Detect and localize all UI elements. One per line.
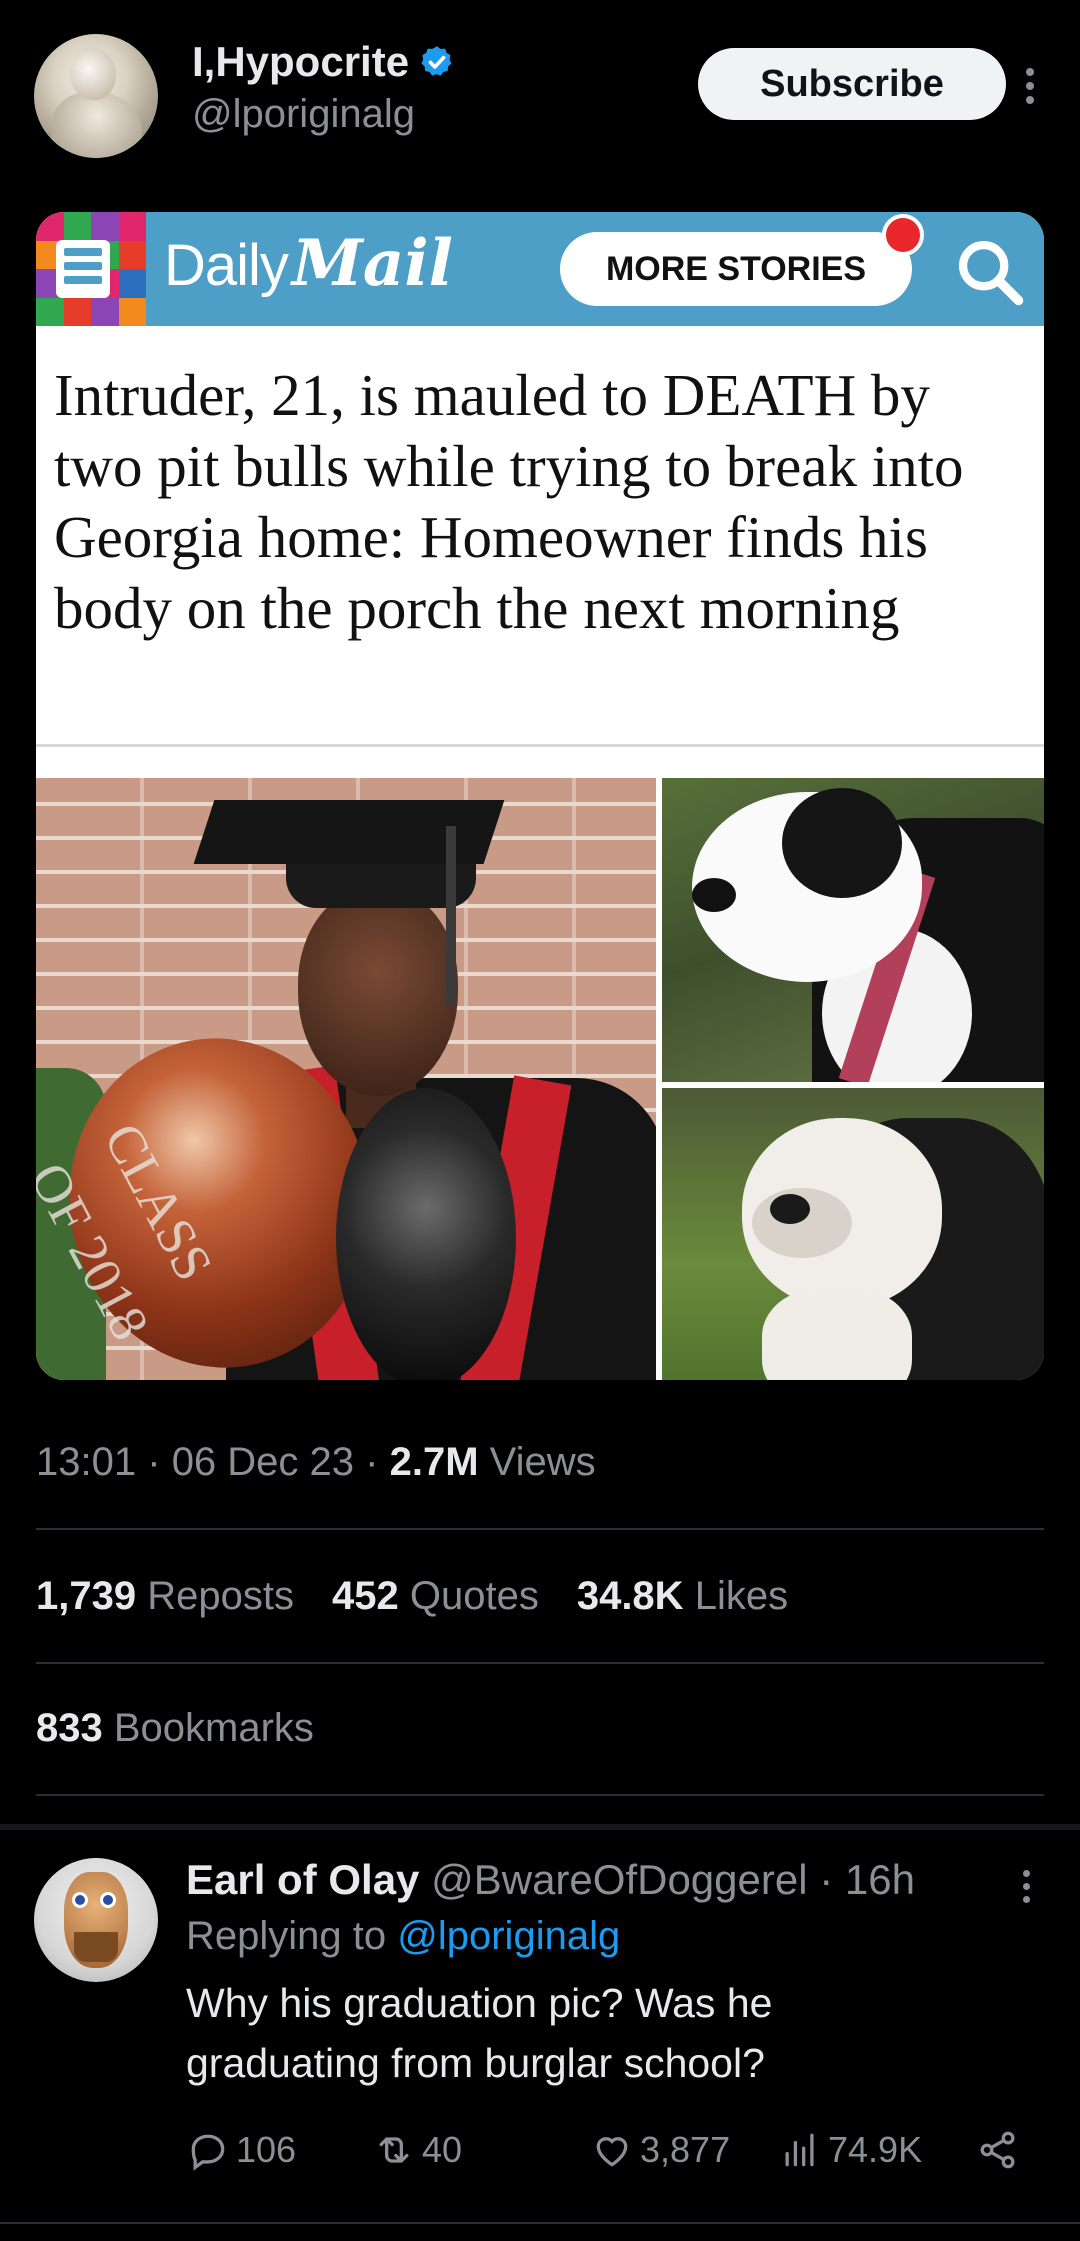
graduation-photo: CLASS OF 2018: [36, 778, 656, 1380]
reply-action-bar: 106 40 3,877 74.9K: [186, 2128, 1026, 2184]
author-info: I,Hypocrite @lporiginalg: [192, 38, 455, 137]
section-separator: [0, 1824, 1080, 1830]
like-action[interactable]: 3,877: [590, 2128, 730, 2172]
like-icon: [596, 2137, 628, 2167]
replying-to: Replying to @lporiginalg: [186, 1914, 1046, 1959]
divider: [0, 2222, 1080, 2224]
quotes-stat[interactable]: 452 Quotes: [332, 1574, 539, 1619]
avatar-statue-body: [52, 92, 142, 158]
divider: [36, 1662, 1044, 1664]
views-action[interactable]: 74.9K: [778, 2128, 922, 2172]
engagement-stats: 1,739 Reposts 452 Quotes 34.8K Likes: [36, 1574, 788, 1619]
author-display-name[interactable]: I,Hypocrite: [192, 38, 409, 86]
dog2-chest: [762, 1288, 912, 1380]
dog1-nose: [692, 878, 736, 912]
reply-action[interactable]: 106: [186, 2128, 296, 2172]
notification-dot: [882, 214, 924, 256]
dog2-nose: [770, 1194, 810, 1224]
reply-separator: ·: [819, 1856, 834, 1903]
views-label: Views: [489, 1440, 596, 1484]
repost-action[interactable]: 40: [372, 2128, 462, 2172]
replying-to-prefix: Replying to: [186, 1914, 387, 1958]
post-header: I,Hypocrite @lporiginalg Subscribe: [34, 34, 1046, 158]
reposts-stat[interactable]: 1,739 Reposts: [36, 1574, 294, 1619]
views-count: 2.7M: [389, 1440, 479, 1484]
meta-separator: ·: [147, 1440, 161, 1484]
tweet-page: I,Hypocrite @lporiginalg Subscribe Daily…: [0, 0, 1080, 2241]
views-count-reply: 74.9K: [828, 2129, 923, 2170]
reply-author-avatar[interactable]: [34, 1858, 158, 1982]
post-time[interactable]: 13:01: [36, 1440, 136, 1484]
meta-separator: ·: [365, 1440, 379, 1484]
daily-mail-header-bar: Daily Mail MORE STORIES: [36, 212, 1044, 326]
reply-author-name[interactable]: Earl of Olay: [186, 1856, 419, 1903]
author-avatar[interactable]: [34, 34, 158, 158]
subscribe-button[interactable]: Subscribe: [698, 48, 1006, 120]
repost-icon: [379, 2137, 409, 2163]
share-action[interactable]: [976, 2128, 1020, 2172]
more-vertical-icon[interactable]: [1012, 1864, 1040, 1914]
avatar-puppet-jaw: [74, 1932, 118, 1962]
divider: [36, 1528, 1044, 1530]
bookmarks-stat[interactable]: 833 Bookmarks: [36, 1706, 314, 1751]
reply-age: 16h: [844, 1856, 915, 1903]
article-headline: Intruder, 21, is mauled to DEATH by two …: [54, 362, 964, 641]
reply-icon: [191, 2134, 225, 2171]
reply-body-text: Why his graduation pic? Was he graduatin…: [186, 1980, 773, 2086]
reply-count: 106: [236, 2129, 297, 2170]
avatar-puppet-eye: [72, 1892, 88, 1908]
post-media-image[interactable]: Daily Mail MORE STORIES Intruder, 21, is…: [36, 212, 1044, 1380]
reply-author-handle[interactable]: @BwareOfDoggerel: [431, 1856, 807, 1903]
verified-icon: [421, 46, 452, 76]
avatar-statue-head: [70, 48, 116, 100]
reply-header: Earl of Olay @BwareOfDoggerel · 16h: [186, 1852, 1046, 1908]
replying-to-handle[interactable]: @lporiginalg: [397, 1914, 620, 1958]
post-date[interactable]: 06 Dec 23: [172, 1440, 354, 1484]
more-vertical-icon[interactable]: [1014, 62, 1046, 112]
search-icon[interactable]: [952, 234, 1028, 310]
graduate-face: [298, 888, 458, 1096]
dog-photo-top: [662, 778, 1044, 1082]
share-icon: [980, 2131, 1015, 2169]
like-count: 3,877: [640, 2129, 731, 2170]
likes-stat[interactable]: 34.8K Likes: [577, 1574, 788, 1619]
divider: [36, 1794, 1044, 1796]
display-name-row: I,Hypocrite: [192, 38, 455, 86]
headline-divider: [36, 744, 1044, 747]
dog-photo-bottom: [662, 1088, 1044, 1380]
more-stories-button[interactable]: MORE STORIES: [560, 232, 912, 306]
menu-icon[interactable]: [56, 240, 110, 298]
daily-mail-logo-daily: Daily: [164, 233, 289, 298]
post-timestamp-views: 13:01 · 06 Dec 23 · 2.7M Views: [36, 1440, 596, 1485]
reply-tweet[interactable]: Earl of Olay @BwareOfDoggerel · 16h Repl…: [186, 1852, 1046, 2093]
bookmarks-count: 833: [36, 1706, 103, 1750]
bookmarks-label: Bookmarks: [113, 1706, 314, 1750]
views-icon: [785, 2133, 814, 2167]
black-balloon: [336, 1088, 516, 1380]
repost-count: 40: [422, 2129, 463, 2170]
graduation-cap-board: [193, 800, 505, 864]
daily-mail-logo-mail: Mail: [292, 226, 453, 301]
author-handle[interactable]: @lporiginalg: [192, 92, 455, 137]
cap-tassel: [446, 826, 456, 1006]
dog1-eye-patch: [782, 788, 902, 898]
avatar-puppet-eye: [100, 1892, 116, 1908]
